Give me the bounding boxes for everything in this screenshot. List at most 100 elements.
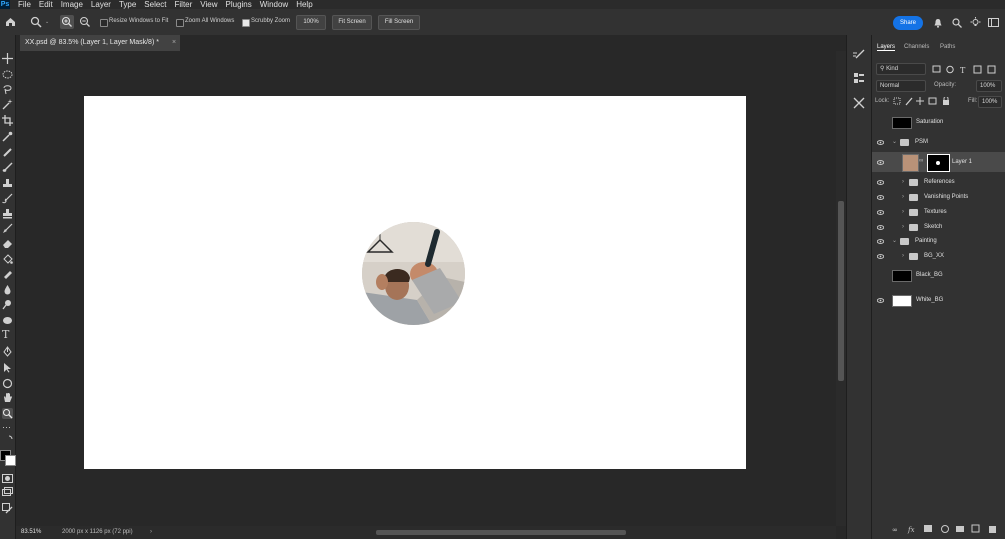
menu-select[interactable]: Select bbox=[144, 0, 166, 9]
dodge-tool-icon[interactable] bbox=[2, 299, 13, 310]
sponge-tool-icon[interactable] bbox=[2, 315, 13, 326]
blend-mode-select[interactable]: Normal bbox=[876, 80, 926, 92]
path-selection-tool-icon[interactable] bbox=[2, 362, 13, 373]
menu-image[interactable]: Image bbox=[61, 0, 83, 9]
move-tool-icon[interactable] bbox=[2, 53, 13, 64]
quick-mask-icon[interactable] bbox=[2, 473, 13, 484]
zoom-tool-icon[interactable] bbox=[30, 16, 42, 28]
menu-filter[interactable]: Filter bbox=[175, 0, 193, 9]
expand-chevron-icon[interactable]: ⌄ bbox=[892, 135, 897, 150]
canvas-workspace[interactable] bbox=[16, 51, 836, 526]
horizontal-scrollbar[interactable] bbox=[160, 526, 836, 539]
mask-link-icon[interactable]: ∞ bbox=[919, 157, 923, 165]
menu-window[interactable]: Window bbox=[260, 0, 288, 9]
lock-options-icons[interactable] bbox=[893, 97, 953, 106]
photoshop-logo-icon[interactable]: Ps bbox=[0, 0, 10, 9]
expand-chevron-icon[interactable]: › bbox=[902, 205, 904, 220]
menu-type[interactable]: Type bbox=[119, 0, 136, 9]
eyedropper-tool-icon[interactable] bbox=[2, 131, 13, 142]
swap-colors-icon[interactable] bbox=[2, 434, 13, 445]
visibility-eye-icon[interactable] bbox=[877, 253, 884, 260]
eraser-tool-icon[interactable] bbox=[2, 238, 13, 249]
status-chevron-icon[interactable]: › bbox=[150, 526, 152, 539]
fill-field[interactable]: 100% bbox=[978, 96, 1002, 108]
home-icon[interactable] bbox=[5, 17, 16, 27]
layer-row-black-bg[interactable]: Black_BG bbox=[872, 268, 1005, 283]
scrubby-zoom-checkbox[interactable] bbox=[242, 19, 250, 27]
vertical-scroll-thumb[interactable] bbox=[838, 201, 844, 381]
crop-tool-icon[interactable] bbox=[2, 115, 13, 126]
lasso-tool-icon[interactable] bbox=[2, 84, 13, 95]
properties-icon[interactable] bbox=[853, 72, 865, 84]
more-tools-icon[interactable]: ··· bbox=[2, 422, 13, 433]
visibility-eye-icon[interactable] bbox=[877, 209, 884, 216]
layer-thumbnail[interactable] bbox=[902, 154, 919, 172]
layers-panel-footer-icons[interactable]: ∞ fx bbox=[892, 524, 1002, 534]
visibility-eye-icon[interactable] bbox=[877, 194, 884, 201]
resize-windows-checkbox[interactable] bbox=[100, 19, 108, 27]
menu-file[interactable]: File bbox=[18, 0, 31, 9]
expand-chevron-icon[interactable]: › bbox=[902, 175, 904, 190]
visibility-eye-icon[interactable] bbox=[877, 297, 884, 304]
workspace-icon[interactable] bbox=[988, 18, 999, 27]
expand-chevron-icon[interactable]: › bbox=[902, 220, 904, 235]
horizontal-scroll-thumb[interactable] bbox=[376, 530, 626, 535]
brush-settings-icon[interactable] bbox=[853, 49, 865, 61]
type-tool-icon[interactable]: T bbox=[2, 329, 13, 340]
blur-tool-icon[interactable] bbox=[2, 284, 13, 295]
paint-bucket-tool-icon[interactable] bbox=[2, 254, 13, 265]
brush-tool-icon[interactable] bbox=[2, 162, 13, 173]
share-button[interactable]: Share bbox=[893, 16, 923, 30]
layer-filter-icons[interactable]: T bbox=[932, 65, 1002, 74]
layer-row-saturation[interactable]: Saturation bbox=[872, 115, 1005, 130]
layer-mask-thumbnail[interactable] bbox=[927, 154, 950, 172]
history-brush-icon[interactable] bbox=[2, 223, 13, 234]
marquee-tool-icon[interactable] bbox=[2, 69, 13, 80]
layer-row-psm[interactable]: ⌄ PSM bbox=[872, 135, 1005, 150]
pen-tool-icon[interactable] bbox=[2, 346, 13, 357]
fill-screen-button[interactable]: Fill Screen bbox=[378, 15, 420, 30]
history-brush-tool-icon[interactable] bbox=[2, 193, 13, 204]
stamp-tool-icon[interactable] bbox=[2, 208, 13, 219]
circular-photo[interactable] bbox=[362, 222, 465, 325]
layer-row-references[interactable]: › References bbox=[872, 175, 1005, 190]
menu-help[interactable]: Help bbox=[296, 0, 312, 9]
ellipse-tool-icon[interactable] bbox=[2, 378, 13, 389]
menu-edit[interactable]: Edit bbox=[39, 0, 53, 9]
tools-scissors-icon[interactable] bbox=[853, 97, 865, 109]
tab-channels[interactable]: Channels bbox=[904, 44, 929, 50]
expand-chevron-icon[interactable]: › bbox=[902, 249, 904, 264]
layer-row-painting[interactable]: ⌄ Painting bbox=[872, 234, 1005, 249]
zoom-tool-active-icon[interactable] bbox=[2, 408, 13, 419]
menu-layer[interactable]: Layer bbox=[91, 0, 111, 9]
tab-paths[interactable]: Paths bbox=[940, 44, 955, 50]
visibility-eye-icon[interactable] bbox=[877, 159, 884, 166]
discover-lightbulb-icon[interactable] bbox=[970, 17, 981, 28]
visibility-eye-icon[interactable] bbox=[877, 238, 884, 245]
kind-filter-select[interactable]: ⚲ Kind bbox=[876, 63, 926, 75]
hand-tool-icon[interactable] bbox=[2, 392, 13, 403]
document-canvas[interactable] bbox=[84, 96, 746, 469]
visibility-eye-icon[interactable] bbox=[877, 139, 884, 146]
screen-mode-icon[interactable] bbox=[2, 487, 13, 498]
zoom-readout[interactable]: 83.51% bbox=[21, 526, 41, 539]
bell-icon[interactable] bbox=[933, 18, 943, 28]
tool-preset-chevron-icon[interactable]: ⌄ bbox=[45, 19, 49, 25]
expand-chevron-icon[interactable]: › bbox=[902, 190, 904, 205]
zoom-out-button[interactable] bbox=[78, 15, 92, 29]
clone-stamp-tool-icon[interactable] bbox=[2, 178, 13, 189]
zoom-all-windows-checkbox[interactable] bbox=[176, 19, 184, 27]
object-selection-tool-icon[interactable] bbox=[2, 99, 13, 110]
background-color-swatch[interactable] bbox=[5, 455, 16, 466]
close-tab-icon[interactable]: × bbox=[172, 35, 176, 51]
menu-view[interactable]: View bbox=[200, 0, 217, 9]
search-icon[interactable] bbox=[952, 18, 962, 28]
layer-row-bg-xx[interactable]: › BG_XX bbox=[872, 249, 1005, 264]
expand-chevron-icon[interactable]: ⌄ bbox=[892, 234, 897, 249]
layer-row-textures[interactable]: › Textures bbox=[872, 205, 1005, 220]
layer-row-vanishing-points[interactable]: › Vanishing Points bbox=[872, 190, 1005, 205]
menu-plugins[interactable]: Plugins bbox=[226, 0, 252, 9]
visibility-eye-icon[interactable] bbox=[877, 179, 884, 186]
document-tab[interactable]: XX.psd @ 83.5% (Layer 1, Layer Mask/8) *… bbox=[20, 35, 180, 51]
spot-healing-brush-tool-icon[interactable] bbox=[2, 147, 13, 158]
